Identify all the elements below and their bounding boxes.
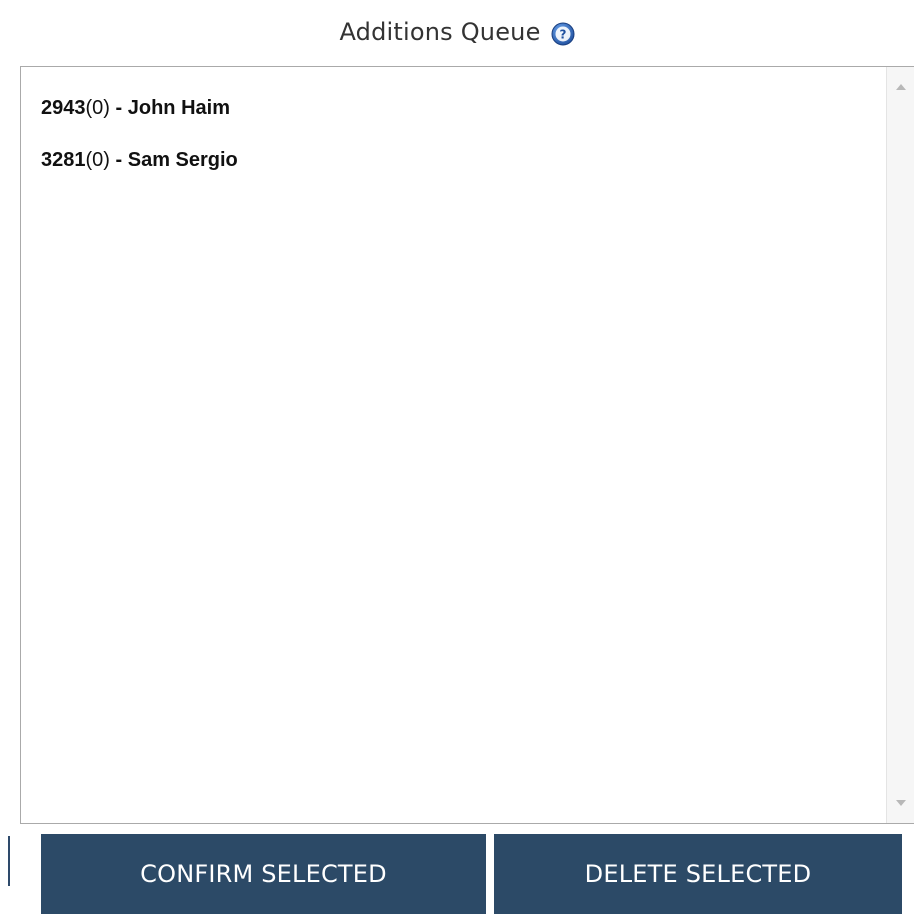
confirm-selected-button[interactable]: CONFIRM SELECTED — [41, 834, 486, 914]
queue-list-item[interactable]: 3281(0) - Sam Sergio — [41, 149, 238, 172]
queue-header: Additions Queue ? — [0, 12, 914, 52]
queue-title: Additions Queue — [339, 18, 541, 46]
vertical-scrollbar[interactable] — [886, 67, 914, 823]
item-separator: - — [109, 149, 128, 171]
additions-queue-list[interactable]: 2943(0) - John Haim 3281(0) - Sam Sergio — [20, 66, 914, 824]
queue-list-area: 2943(0) - John Haim 3281(0) - Sam Sergio — [21, 67, 886, 823]
item-separator: - — [109, 97, 128, 119]
delete-selected-button[interactable]: DELETE SELECTED — [494, 834, 902, 914]
item-count: (0) — [85, 149, 110, 171]
item-name: Sam Sergio — [127, 149, 238, 171]
help-icon[interactable]: ? — [551, 22, 575, 46]
item-name: John Haim — [127, 97, 230, 119]
divider — [8, 836, 10, 886]
svg-text:?: ? — [559, 28, 566, 42]
item-id: 3281 — [41, 149, 86, 171]
item-count: (0) — [85, 97, 110, 119]
scroll-down-arrow-icon[interactable] — [887, 793, 914, 813]
queue-list-item[interactable]: 2943(0) - John Haim — [41, 97, 230, 120]
item-id: 2943 — [41, 97, 86, 119]
scroll-up-arrow-icon[interactable] — [887, 77, 914, 97]
